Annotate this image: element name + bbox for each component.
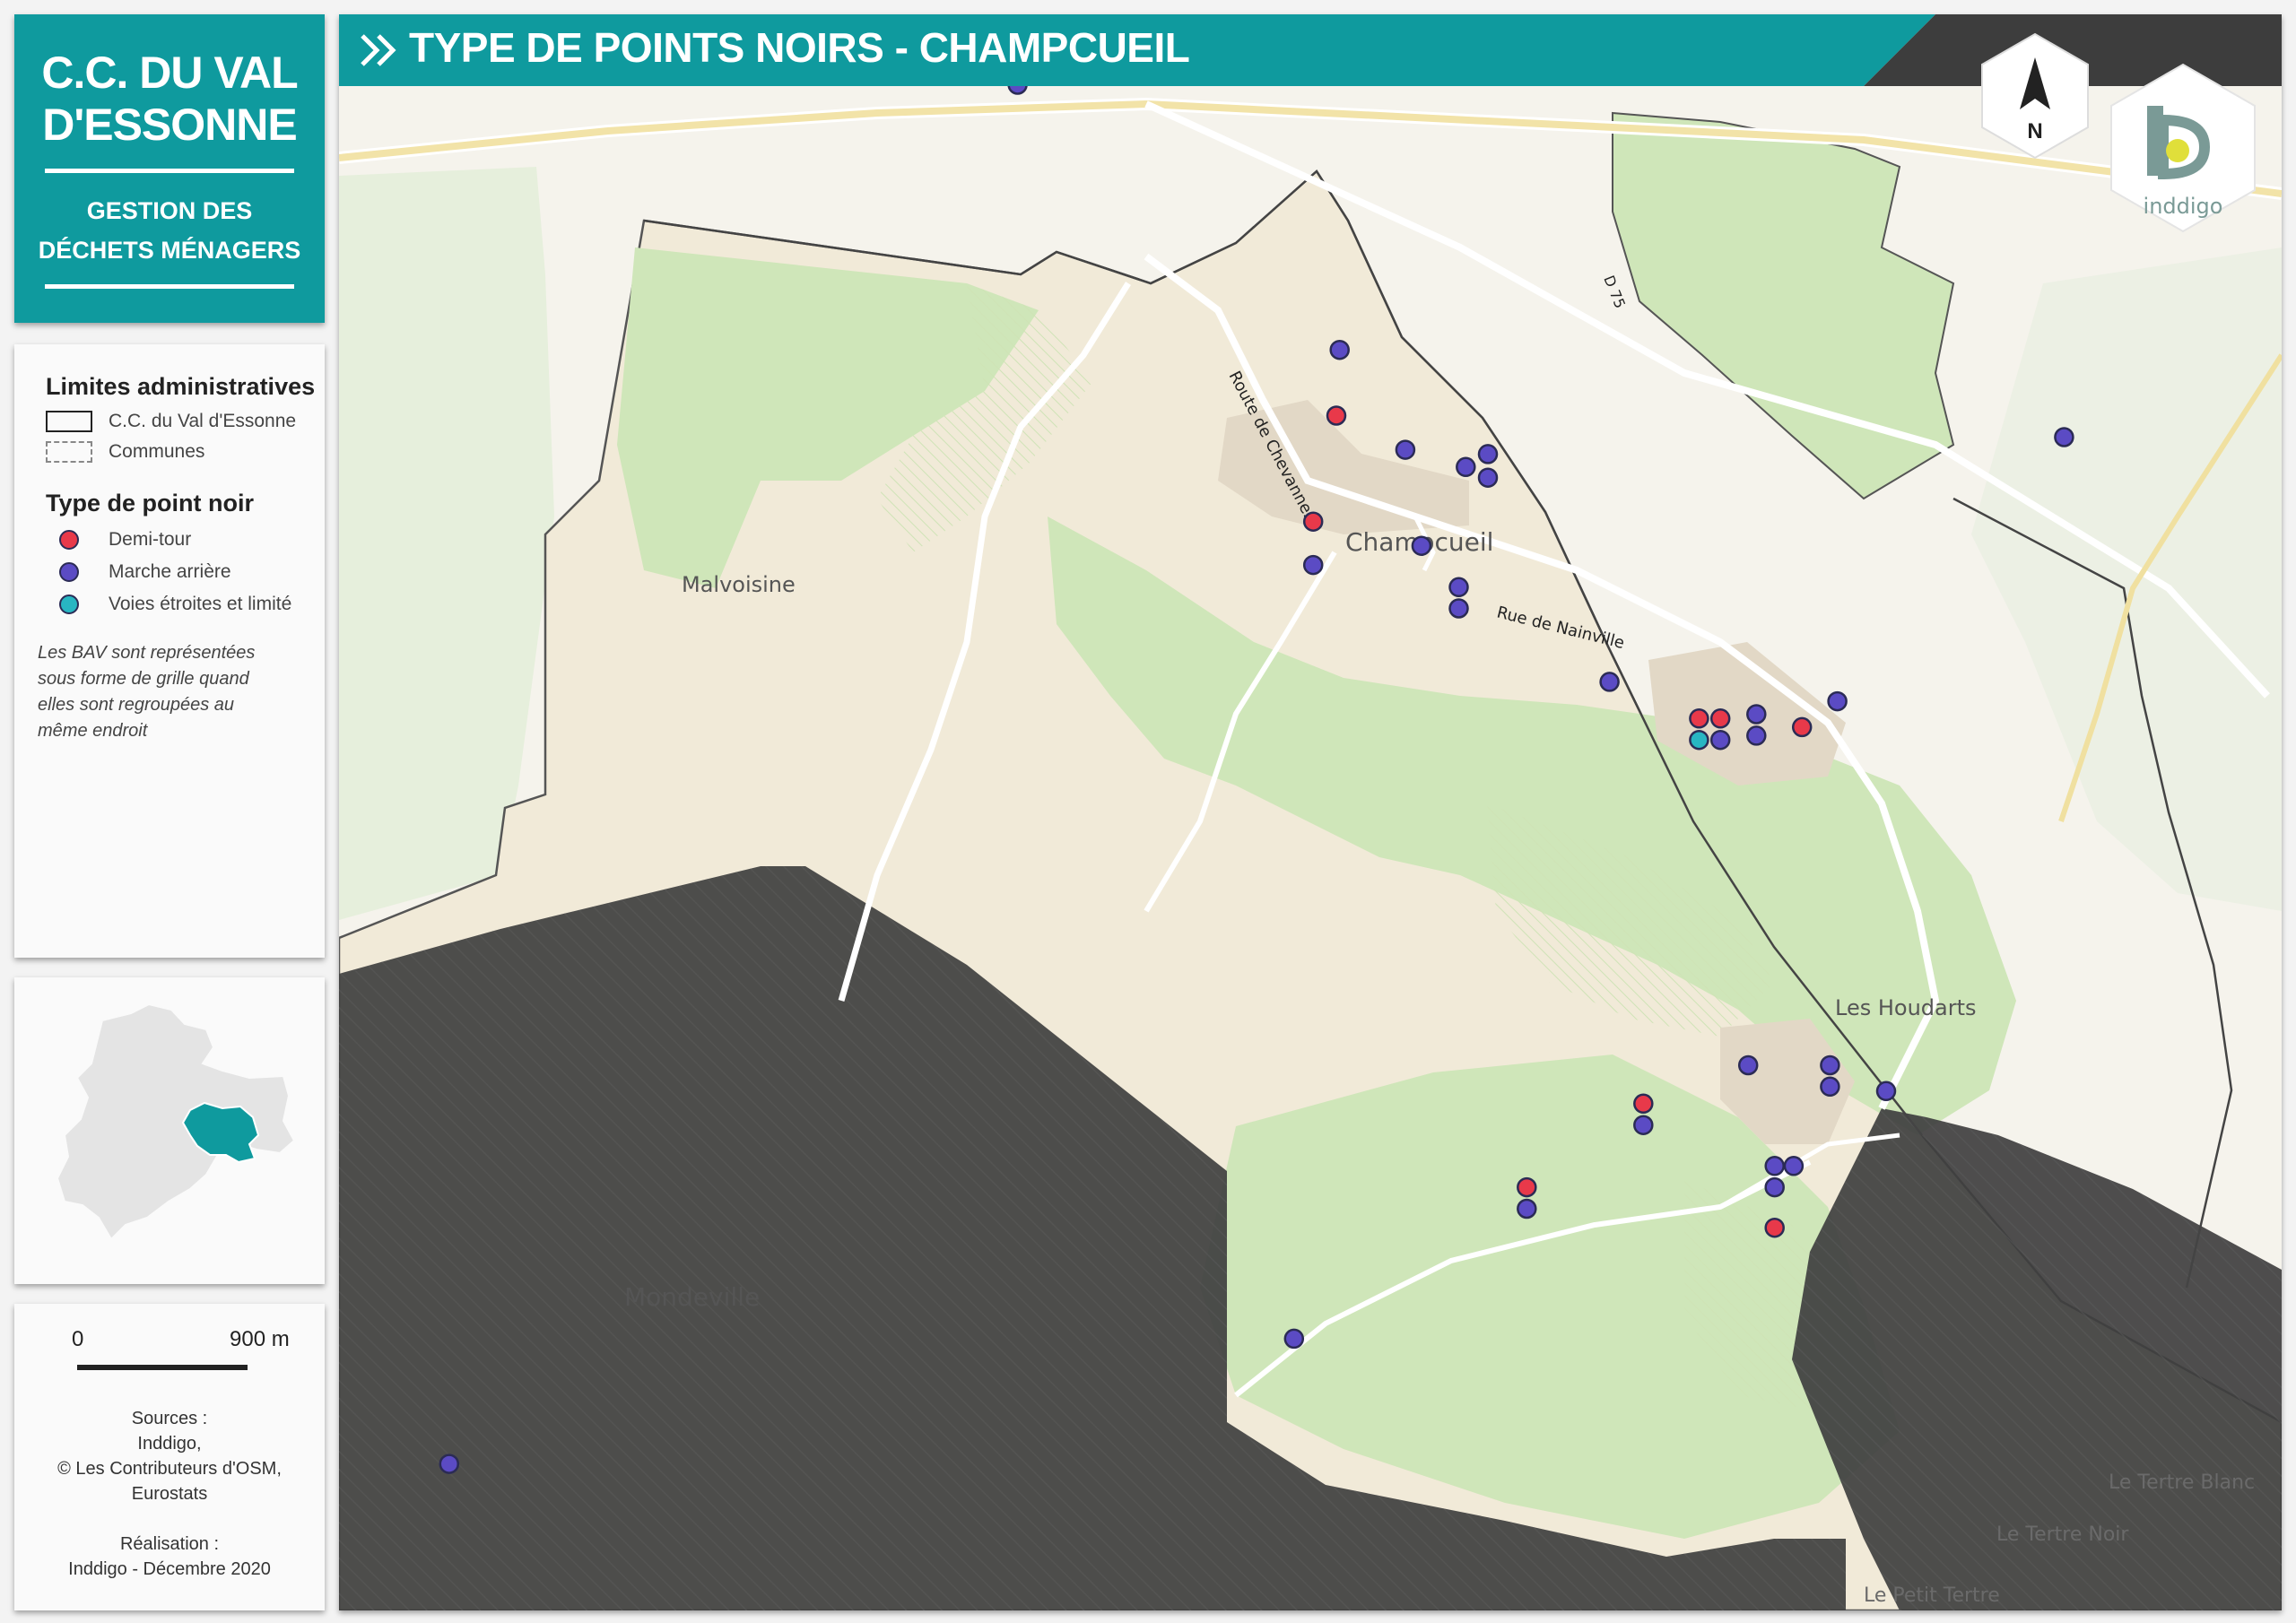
scale-start-label: 0: [72, 1327, 84, 1351]
place-label-tertre-blanc: Le Tertre Blanc: [2109, 1471, 2255, 1494]
marche-arriere-symbol: [59, 562, 79, 582]
voies-etroites-symbol: [59, 595, 79, 614]
legend-label: C.C. du Val d'Essonne: [109, 411, 297, 431]
locator-map: [56, 1002, 296, 1241]
point-noir-demi-tour[interactable]: [1791, 716, 1813, 738]
map-frame[interactable]: Champcueil Malvoisine Les Houdarts Monde…: [339, 14, 2282, 1610]
north-arrow-icon: N: [1981, 32, 2089, 160]
point-noir-marche-arriere[interactable]: [1783, 1156, 1805, 1176]
point-noir-demi-tour[interactable]: [1689, 708, 1709, 729]
solid-boundary-symbol: [46, 411, 92, 432]
point-noir-marche-arriere[interactable]: [2054, 427, 2074, 447]
realisation-line: Inddigo - Décembre 2020: [68, 1559, 271, 1579]
point-noir-marche-arriere[interactable]: [1737, 1055, 1759, 1076]
point-noir-marche-arriere[interactable]: [1633, 1115, 1654, 1135]
point-noir-marche-arriere[interactable]: [1477, 444, 1499, 464]
point-noir-marche-arriere[interactable]: [1411, 535, 1432, 556]
subtitle-line-2: DÉCHETS MÉNAGERS: [38, 237, 301, 264]
point-noir-voies-etroites[interactable]: [1689, 729, 1709, 751]
place-label-petit-tertre: Le Petit Tertre: [1864, 1584, 2000, 1607]
logo-text: inddigo: [2144, 194, 2223, 219]
subtitle: GESTION DES DÉCHETS MÉNAGERS: [14, 191, 325, 270]
place-label-mondeville: Mondeville: [624, 1282, 760, 1312]
legend-admin-heading: Limites administratives: [46, 373, 316, 400]
point-noir-marche-arriere[interactable]: [1599, 672, 1620, 692]
point-noir-marche-arriere[interactable]: [1395, 439, 1416, 460]
point-noir-marche-arriere[interactable]: [1746, 704, 1767, 725]
point-noir-demi-tour[interactable]: [1764, 1217, 1785, 1238]
title-box: C.C. DU VAL D'ESSONNE GESTION DES DÉCHET…: [14, 14, 325, 323]
point-noir-demi-tour[interactable]: [1326, 405, 1347, 426]
ccve-territory-shape: [56, 1002, 296, 1241]
point-noir-marche-arriere[interactable]: [1764, 1156, 1785, 1176]
organisation-name: C.C. DU VAL D'ESSONNE: [14, 14, 325, 151]
point-noir-marche-arriere[interactable]: [1517, 1198, 1537, 1219]
point-noir-marche-arriere[interactable]: [1820, 1055, 1840, 1076]
point-noir-demi-tour[interactable]: [1709, 708, 1731, 729]
sources-text: Sources : Inddigo, © Les Contributeurs d…: [14, 1406, 325, 1506]
map-title: TYPE DE POINTS NOIRS - CHAMPCUEIL: [409, 24, 1190, 71]
scale-bar: [77, 1365, 248, 1370]
point-noir-marche-arriere[interactable]: [1746, 725, 1767, 746]
legend-label: Voies étroites et limité: [109, 594, 292, 614]
legend-label: Communes: [109, 441, 205, 462]
legend-type-heading: Type de point noir: [46, 490, 254, 516]
realisation-line: Réalisation :: [119, 1534, 220, 1554]
realisation-text: Réalisation : Inddigo - Décembre 2020: [14, 1532, 325, 1582]
point-noir-marche-arriere[interactable]: [1820, 1076, 1840, 1098]
point-noir-marche-arriere[interactable]: [1456, 456, 1476, 478]
dashed-boundary-symbol: [46, 441, 92, 463]
legend-item-demi-tour: Demi-tour: [46, 529, 191, 551]
point-noir-demi-tour[interactable]: [1633, 1093, 1654, 1115]
legend-item-voies-etroites: Voies étroites et limité: [46, 594, 291, 615]
north-label: N: [2027, 119, 2042, 143]
point-noir-demi-tour[interactable]: [1517, 1176, 1537, 1198]
legend-item-marche-arriere: Marche arrière: [46, 561, 231, 583]
legend-item-ccve: C.C. du Val d'Essonne: [46, 411, 296, 432]
title-divider-bottom: [45, 284, 294, 289]
point-noir-marche-arriere[interactable]: [1448, 577, 1469, 598]
sources-line: © Les Contributeurs d'OSM,: [57, 1459, 282, 1479]
legend-item-communes: Communes: [46, 441, 204, 463]
inddigo-logo: inddigo: [2110, 63, 2256, 233]
legend-note: Les BAV sont représentées sous forme de …: [38, 643, 256, 741]
legend-label: Marche arrière: [109, 561, 231, 582]
legend-label: Demi-tour: [109, 529, 192, 550]
point-noir-marche-arriere[interactable]: [1827, 690, 1848, 712]
point-noir-marche-arriere[interactable]: [1329, 339, 1350, 360]
scale-sources-panel: 0 900 m Sources : Inddigo, © Les Contrib…: [14, 1304, 325, 1610]
double-chevron-icon: [361, 34, 396, 66]
point-noir-marche-arriere[interactable]: [1875, 1081, 1897, 1102]
scale-end-label: 900 m: [230, 1327, 290, 1351]
org-line-2: D'ESSONNE: [42, 100, 298, 150]
locator-map-panel: [14, 977, 325, 1284]
point-noir-marche-arriere[interactable]: [1448, 598, 1469, 619]
point-noir-marche-arriere[interactable]: [439, 1454, 460, 1474]
place-label-malvoisine: Malvoisine: [682, 572, 796, 597]
sources-line: Eurostats: [131, 1484, 208, 1504]
legend-panel: Limites administratives C.C. du Val d'Es…: [14, 344, 325, 958]
place-label-les-houdarts: Les Houdarts: [1835, 995, 1977, 1020]
title-divider-top: [45, 169, 294, 173]
point-noir-marche-arriere[interactable]: [1709, 729, 1731, 751]
subtitle-line-1: GESTION DES: [86, 197, 253, 224]
org-line-1: C.C. DU VAL: [41, 48, 298, 98]
point-noir-marche-arriere[interactable]: [1477, 467, 1499, 488]
point-noir-marche-arriere[interactable]: [1764, 1176, 1785, 1198]
sources-line: Sources :: [131, 1409, 208, 1428]
demi-tour-symbol: [59, 530, 79, 550]
sources-line: Inddigo,: [137, 1434, 202, 1454]
point-noir-marche-arriere[interactable]: [1283, 1328, 1305, 1350]
point-noir-demi-tour[interactable]: [1302, 511, 1324, 532]
place-label-tertre-noir: Le Tertre Noir: [1996, 1523, 2129, 1546]
point-noir-marche-arriere[interactable]: [1302, 554, 1324, 576]
map-canvas[interactable]: Champcueil Malvoisine Les Houdarts Monde…: [339, 14, 2282, 1610]
